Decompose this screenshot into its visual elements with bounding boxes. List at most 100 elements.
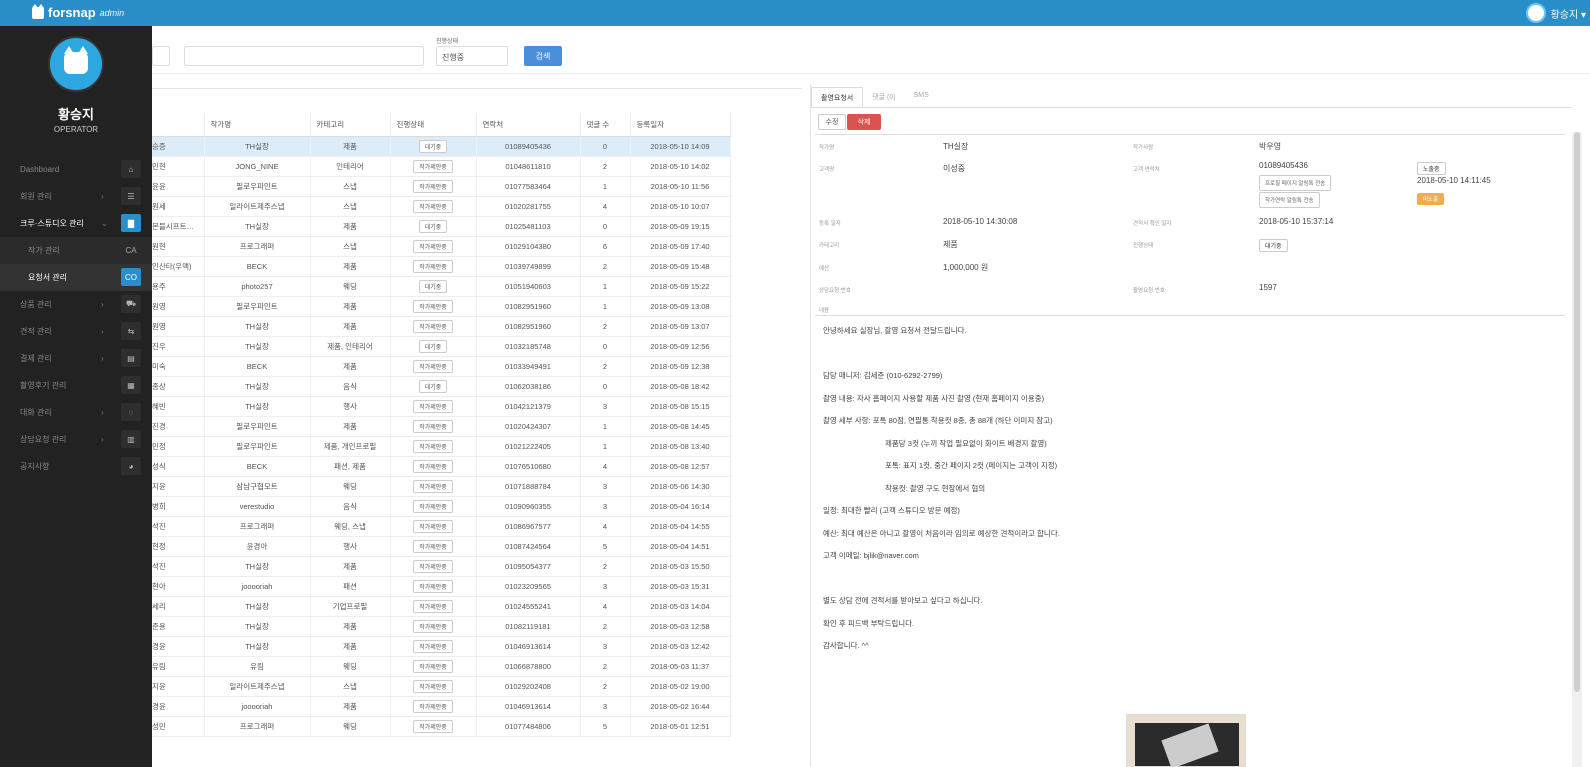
column-header[interactable]: 등록일자 bbox=[630, 114, 731, 137]
table-cell: TH실장 bbox=[204, 556, 311, 577]
user-menu[interactable]: 황승지 ▾ bbox=[1525, 3, 1586, 23]
status-badge: 작가제안중 bbox=[413, 479, 453, 493]
sidebar-item-crew-studio[interactable]: 크루·스튜디오 관리 ⌄ ▇ bbox=[0, 210, 152, 237]
sidebar-item-payments[interactable]: 결제 관리 › ▤ bbox=[0, 345, 152, 372]
edit-button[interactable]: 수정 bbox=[818, 114, 846, 130]
sidebar-item-members[interactable]: 회원 관리 › ☰ bbox=[0, 183, 152, 210]
table-cell: 작가제안중 bbox=[390, 296, 477, 317]
status-select[interactable]: 진행중 bbox=[436, 46, 508, 66]
column-header[interactable] bbox=[152, 114, 205, 137]
table-cell: 2018-05-08 14:45 bbox=[630, 416, 731, 437]
table-cell: 스냅 bbox=[310, 236, 391, 257]
column-header[interactable]: 카테고리 bbox=[310, 114, 391, 137]
send-artist-button[interactable]: 작가연락 알림톡 전송 bbox=[1259, 192, 1320, 208]
sidebar-item-reviews[interactable]: 촬영후기 관리 ▦ bbox=[0, 372, 152, 399]
tab-request[interactable]: 촬영요청서 bbox=[811, 87, 864, 107]
table-cell: 0 bbox=[580, 336, 631, 357]
table-row[interactable]: 원현 프로그래퍼 스냅 작가제안중 01029104380 6 2018-05-09 17:… bbox=[152, 236, 731, 257]
column-header[interactable]: 댓글 수 bbox=[580, 114, 631, 137]
table-cell: 프로그래퍼 bbox=[204, 236, 311, 257]
table-cell: 01076510680 bbox=[476, 456, 581, 477]
sidebar-item-requests[interactable]: 요청서 관리 CO bbox=[0, 264, 152, 291]
tab-sms[interactable]: SMS bbox=[905, 87, 938, 107]
sidebar-item-estimates[interactable]: 견적 관리 › ⇆ bbox=[0, 318, 152, 345]
column-header[interactable]: 작가명 bbox=[204, 114, 311, 137]
brand-logo[interactable]: forsnap admin bbox=[32, 3, 124, 20]
table-row[interactable]: 석진 TH실장 제품 작가제안중 01095054377 2 2018-05-03 15:5… bbox=[152, 556, 731, 577]
table-row[interactable]: 승증 TH실장 제품 대기중 01089405436 0 2018-05-10 14:09 bbox=[152, 136, 731, 157]
table-cell: 4 bbox=[580, 456, 631, 477]
table-cell: 2018-05-08 15:15 bbox=[630, 396, 731, 417]
table-row[interactable]: 윤윤 필로우파인트 스냅 작가제안중 01077583464 1 2018-05-10 11… bbox=[152, 176, 731, 197]
table-row[interactable]: 혜빈 TH실장 행사 작가제안중 01042121379 3 2018-05-08 15:1… bbox=[152, 396, 731, 417]
table-row[interactable]: 원세 일라이트제주스냅 스냅 작가제안중 01020281755 4 2018-05-10 … bbox=[152, 196, 731, 217]
sidebar-item-products[interactable]: 상품 관리 › ⛟ bbox=[0, 291, 152, 318]
table-row[interactable]: 민정 필로우파인트 제품, 개인프로필 작가제안중 01021222405 1 2018-0… bbox=[152, 436, 731, 457]
table-cell: 성식 bbox=[152, 456, 205, 477]
sidebar-item-consults[interactable]: 상담요청 관리 › ▥ bbox=[0, 426, 152, 453]
column-header[interactable]: 연락처 bbox=[476, 114, 581, 137]
table-cell: 01021222405 bbox=[476, 436, 581, 457]
sidebar-item-dashboard[interactable]: Dashboard ⌂ bbox=[0, 156, 152, 183]
table-cell: 01020424307 bbox=[476, 416, 581, 437]
table-row[interactable]: 경윤 TH실장 제품 작가제안중 01046913614 3 2018-05-03 12:4… bbox=[152, 636, 731, 657]
table-row[interactable]: 성민 프로그래퍼 웨딩 작가제안중 01077484806 5 2018-05-01 12:… bbox=[152, 716, 731, 737]
reg-value: 2018-05-10 14:30:08 bbox=[943, 217, 1018, 226]
reg-label: 등록 일자 bbox=[819, 221, 841, 227]
table-cell: 01077583464 bbox=[476, 176, 581, 197]
sidebar-item-notices[interactable]: 공지사항 ◕ bbox=[0, 453, 152, 480]
table-row[interactable]: 석진 프로그래퍼 웨딩, 스냅 작가제안중 01086967577 4 2018-05-04… bbox=[152, 516, 731, 537]
table-row[interactable]: 지윤 일라이트제주스냅 스냅 작가제안중 01029202408 2 2018-05-02 … bbox=[152, 676, 731, 697]
avatar bbox=[1525, 3, 1546, 23]
table-row[interactable]: 민현 JONG_NINE 인테리어 작가제안중 01048611810 2 2018-05-… bbox=[152, 156, 731, 177]
table-row[interactable]: 경윤 jooooriah 제품 작가제안중 01046913614 3 2018-05-02… bbox=[152, 696, 731, 717]
table-row[interactable]: 지윤 삼남구협모트 웨딩 작가제안중 01071888784 3 2018-05-06 14… bbox=[152, 476, 731, 497]
customer-value: 이성중 bbox=[943, 164, 966, 173]
table-row[interactable]: 세리 TH실장 기업프로필 작가제안중 01024555241 4 2018-05-03 1… bbox=[152, 596, 731, 617]
table-row[interactable]: 원영 필로우파인트 제품 작가제안중 01082951960 1 2018-05-09 13… bbox=[152, 296, 731, 317]
table-cell: 작가제안중 bbox=[390, 676, 477, 697]
scrollbar-thumb[interactable] bbox=[1574, 132, 1580, 692]
table-cell: 3 bbox=[580, 396, 631, 417]
table-row[interactable]: 진경 필로우파인트 제품 작가제안중 01020424307 1 2018-05-08 14… bbox=[152, 416, 731, 437]
table-row[interactable]: 유림 유림 웨딩 작가제안중 01066878800 2 2018-05-03 11:37 bbox=[152, 656, 731, 677]
table-row[interactable]: 몬블시프트… TH실장 제품 대기중 01025481103 0 2018-05-09 19… bbox=[152, 216, 731, 237]
sidebar-item-chats[interactable]: 대화 관리 › ◌ bbox=[0, 399, 152, 426]
table-cell: 작가제안중 bbox=[390, 596, 477, 617]
delete-button[interactable]: 삭제 bbox=[847, 114, 881, 130]
table-row[interactable]: 현정 윤경아 행사 작가제안중 01087424564 5 2018-05-04 14:51 bbox=[152, 536, 731, 557]
filter-input-1[interactable] bbox=[152, 46, 170, 66]
send-profile-button[interactable]: 프로필 페이지 알림톡 전송 bbox=[1259, 175, 1332, 191]
request-message: 안녕하세요 실장님, 촬영 요청서 전달드립니다. 담당 매니저: 김세준 (0… bbox=[823, 326, 1563, 664]
status-badge: 대기중 bbox=[418, 339, 448, 353]
table-cell: 지윤 bbox=[152, 476, 205, 497]
table-row[interactable]: 용주 photo257 웨딩 대기중 01051940603 1 2018-05-09 15… bbox=[152, 276, 731, 297]
status-badge: 작가제안중 bbox=[413, 259, 453, 273]
table-row[interactable]: 종상 TH실장 음식 대기중 01062038186 0 2018-05-08 18:42 bbox=[152, 376, 731, 397]
author-label: 작가사람 bbox=[1133, 145, 1154, 151]
search-input[interactable] bbox=[184, 46, 424, 66]
attached-photo[interactable] bbox=[1126, 714, 1246, 767]
table-row[interactable]: 미숙 BECK 제품 작가제안중 01033949491 2 2018-05-09 12:3… bbox=[152, 356, 731, 377]
table-row[interactable]: 병희 verestudio 음식 작가제안중 01090960355 3 2018-05-0… bbox=[152, 496, 731, 517]
table-cell: 제품 bbox=[310, 296, 391, 317]
table-cell: 작가제안중 bbox=[390, 256, 477, 277]
table-cell: 01029104380 bbox=[476, 236, 581, 257]
table-row[interactable]: 인산타(우맥) BECK 제품 작가제안중 01039749899 2 2018-05-09… bbox=[152, 256, 731, 277]
table-cell: 작가제안중 bbox=[390, 196, 477, 217]
table-cell: 몬블시프트… bbox=[152, 216, 205, 237]
table-row[interactable]: 진우 TH실장 제품, 인테리어 대기중 01032185748 0 2018-05-09 … bbox=[152, 336, 731, 357]
table-cell: 2018-05-09 19:15 bbox=[630, 216, 731, 237]
search-button[interactable]: 검색 bbox=[524, 46, 562, 66]
status-badge: 작가제안중 bbox=[413, 239, 453, 253]
message-line: 촬영 세부 사항: 포톡 80점, 연필통 착용컷 8종, 총 88개 (하단 … bbox=[823, 416, 1053, 425]
table-row[interactable]: 현아 jooooriah 패션 작가제안중 01023209565 3 2018-05-03… bbox=[152, 576, 731, 597]
table-cell: 대기중 bbox=[390, 376, 477, 397]
message-line: 감사합니다. ^^ bbox=[823, 641, 869, 650]
tab-comments[interactable]: 댓글 (0) bbox=[863, 87, 904, 107]
table-row[interactable]: 준용 TH실장 제품 작가제안중 01082119181 2 2018-05-03 12:5… bbox=[152, 616, 731, 637]
table-row[interactable]: 원영 TH실장 제품 작가제안중 01082951960 2 2018-05-09 13:0… bbox=[152, 316, 731, 337]
column-header[interactable]: 진행상태 bbox=[390, 114, 477, 137]
sidebar-item-artists[interactable]: 작가 관리 CA bbox=[0, 237, 152, 264]
table-row[interactable]: 성식 BECK 패션, 제품 작가제안중 01076510680 4 2018-05-08 … bbox=[152, 456, 731, 477]
